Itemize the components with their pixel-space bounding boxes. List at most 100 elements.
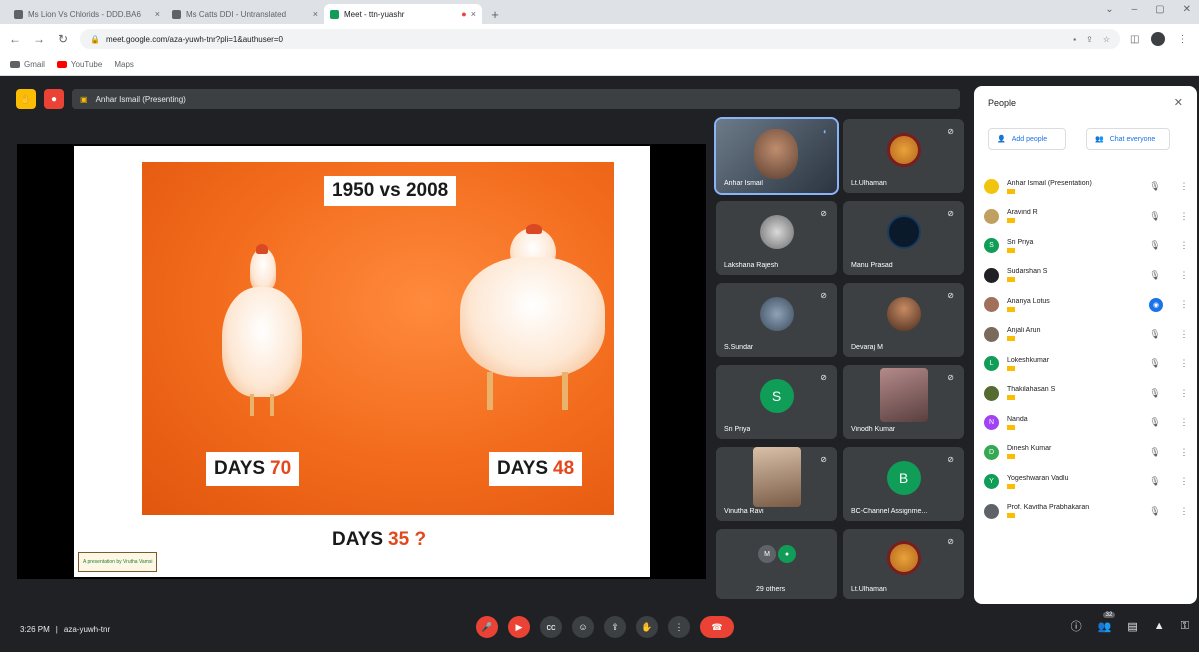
- menu-icon[interactable]: ⋮: [1177, 34, 1187, 45]
- hand-raised-badge-icon: [1007, 395, 1015, 401]
- participant-tile[interactable]: ⊘ Vinodh Kumar: [843, 365, 964, 439]
- close-tab-icon[interactable]: ×: [313, 9, 318, 19]
- participant-row[interactable]: Ananya Lotus ◉ ⋮: [984, 290, 1189, 320]
- participant-tile[interactable]: ⊘ Vinutha Ravi: [716, 447, 837, 521]
- close-window-icon[interactable]: ✕: [1183, 4, 1191, 15]
- maximize-icon[interactable]: ▢: [1155, 4, 1164, 15]
- activities-button[interactable]: ▲: [1154, 620, 1165, 632]
- mic-icon[interactable]: 🎙: [1147, 329, 1163, 340]
- participant-row[interactable]: S Sri Priya 🎙 ⋮: [984, 231, 1189, 261]
- captions-icon: cc: [546, 622, 556, 632]
- info-button[interactable]: ⓘ: [1071, 618, 1082, 634]
- mic-icon[interactable]: 🎙: [1147, 417, 1163, 428]
- bookmark-gmail[interactable]: Gmail: [10, 60, 45, 69]
- participant-row[interactable]: D Dinesh Kumar 🎙 ⋮: [984, 438, 1189, 468]
- participant-tile[interactable]: ⊘ Lakshana Rajesh: [716, 201, 837, 275]
- bookmark-youtube[interactable]: YouTube: [56, 60, 102, 69]
- chat-button[interactable]: ▤: [1127, 620, 1137, 633]
- more-options-icon[interactable]: ⋮: [1179, 240, 1189, 251]
- participant-row[interactable]: Aravind R 🎙 ⋮: [984, 202, 1189, 232]
- participant-row[interactable]: Sudarshan S 🎙 ⋮: [984, 261, 1189, 291]
- browser-tab[interactable]: Ms Lion Vs Chlorids - DDD.BA6 ×: [8, 4, 166, 24]
- bookmark-star-icon[interactable]: ☆: [1103, 35, 1110, 44]
- emoji-button[interactable]: ☺: [572, 616, 594, 638]
- more-options-icon[interactable]: ⋮: [1179, 270, 1189, 281]
- leave-call-button[interactable]: ☎: [700, 616, 734, 638]
- participant-tile[interactable]: ◖ Anhar Ismail: [714, 117, 839, 195]
- more-options-button[interactable]: ⋮: [668, 616, 690, 638]
- participant-row[interactable]: Thakilahasan S 🎙 ⋮: [984, 379, 1189, 409]
- more-options-icon[interactable]: ⋮: [1179, 506, 1189, 517]
- browser-tab-active[interactable]: Meet - ttn-yuashr ● ×: [324, 4, 482, 24]
- chat-everyone-button[interactable]: 👥 Chat everyone: [1086, 128, 1170, 150]
- bookmark-maps[interactable]: Maps: [114, 60, 726, 104]
- reload-icon[interactable]: ↻: [56, 32, 70, 46]
- mic-icon[interactable]: 🎙: [1147, 211, 1163, 222]
- more-options-icon[interactable]: ⋮: [1179, 211, 1189, 222]
- raise-hand-indicator-icon[interactable]: ✋: [16, 89, 36, 109]
- participant-tile[interactable]: ⊘ Lt.Ulhaman: [843, 529, 964, 599]
- mic-toggle-button[interactable]: 🎤: [476, 616, 498, 638]
- participant-row[interactable]: Prof. Kavitha Prabhakaran 🎙 ⋮: [984, 497, 1189, 527]
- participant-row[interactable]: Anhar Ismail (Presentation) 🎙 ⋮: [984, 172, 1189, 202]
- participant-tile[interactable]: S ⊘ Sri Priya: [716, 365, 837, 439]
- camera-toggle-button[interactable]: ▶: [508, 616, 530, 638]
- close-tab-icon[interactable]: ×: [155, 9, 160, 19]
- mic-icon[interactable]: 🎙: [1147, 270, 1163, 281]
- participant-tile-group[interactable]: M ● 29 others: [716, 529, 837, 599]
- participant-tile[interactable]: B ⊘ BC-Channel Assignme...: [843, 447, 964, 521]
- participant-name: Sri Priya: [1007, 238, 1034, 246]
- participant-name: Thakilahasan S: [1007, 386, 1056, 394]
- present-button[interactable]: ⇪: [604, 616, 626, 638]
- close-panel-icon[interactable]: ✕: [1174, 96, 1183, 109]
- new-tab-icon[interactable]: +: [486, 5, 504, 23]
- raise-hand-button[interactable]: ✋: [636, 616, 658, 638]
- captions-button[interactable]: cc: [540, 616, 562, 638]
- more-options-icon[interactable]: ⋮: [1179, 417, 1189, 428]
- mic-icon[interactable]: 🎙: [1147, 506, 1163, 517]
- share-icon[interactable]: ⇪: [1086, 35, 1093, 44]
- participant-tile[interactable]: ⊘ Manu Prasad: [843, 201, 964, 275]
- participant-row[interactable]: N Nanda 🎙 ⋮: [984, 408, 1189, 438]
- mic-icon[interactable]: 🎙: [1147, 476, 1163, 487]
- mic-off-icon: ⊘: [947, 291, 954, 300]
- people-button[interactable]: 32 👥: [1098, 611, 1116, 633]
- participant-tile[interactable]: ⊘ S.Sundar: [716, 283, 837, 357]
- extensions-icon[interactable]: ◫: [1130, 34, 1139, 45]
- more-options-icon[interactable]: ⋮: [1179, 476, 1189, 487]
- minimize-icon[interactable]: –: [1132, 4, 1138, 15]
- host-controls-button[interactable]: ⚿: [1181, 620, 1189, 633]
- back-icon[interactable]: ←: [8, 32, 22, 46]
- more-options-icon[interactable]: ⋮: [1179, 299, 1189, 310]
- mic-icon[interactable]: 🎙: [1147, 358, 1163, 369]
- more-vert-icon: ⋮: [674, 621, 684, 632]
- mic-icon[interactable]: 🎙: [1147, 447, 1163, 458]
- browser-tab[interactable]: Ms Catts DDI - Untranslated ×: [166, 4, 324, 24]
- more-options-icon[interactable]: ⋮: [1179, 447, 1189, 458]
- more-options-icon[interactable]: ⋮: [1179, 388, 1189, 399]
- profile-avatar[interactable]: [1151, 32, 1166, 46]
- add-people-button[interactable]: 👤 Add people: [988, 128, 1066, 150]
- speaking-indicator-icon[interactable]: ◉: [1149, 297, 1163, 312]
- participant-row[interactable]: Anjali Arun 🎙 ⋮: [984, 320, 1189, 350]
- more-options-icon[interactable]: ⋮: [1179, 329, 1189, 340]
- mic-icon[interactable]: 🎙: [1147, 181, 1163, 192]
- recording-indicator-icon[interactable]: ●: [44, 89, 64, 109]
- address-bar[interactable]: 🔒 meet.google.com/aza-yuwh-tnr?pli=1&aut…: [80, 29, 1120, 49]
- present-icon: ⇪: [611, 621, 619, 632]
- days-value-bottom: 35 ?: [388, 529, 427, 550]
- participant-row[interactable]: Y Yogeshwaran Vadlu 🎙 ⋮: [984, 467, 1189, 497]
- mic-icon[interactable]: 🎙: [1147, 240, 1163, 251]
- participant-name: Anhar Ismail (Presentation): [1007, 179, 1092, 187]
- speaking-icon: ◖: [822, 127, 827, 136]
- participant-tile[interactable]: ⊘ Devaraj M: [843, 283, 964, 357]
- camera-icon[interactable]: ▪: [1073, 35, 1076, 44]
- mic-icon[interactable]: 🎙: [1147, 388, 1163, 399]
- tab-search-icon[interactable]: ⌄: [1105, 4, 1113, 15]
- close-tab-icon[interactable]: ×: [471, 9, 476, 19]
- participant-tile[interactable]: ⊘ Lt.Ulhaman: [843, 119, 964, 193]
- more-options-icon[interactable]: ⋮: [1179, 358, 1189, 369]
- more-options-icon[interactable]: ⋮: [1179, 181, 1189, 192]
- forward-icon[interactable]: →: [32, 32, 46, 46]
- participant-row[interactable]: L Lokeshkumar 🎙 ⋮: [984, 349, 1189, 379]
